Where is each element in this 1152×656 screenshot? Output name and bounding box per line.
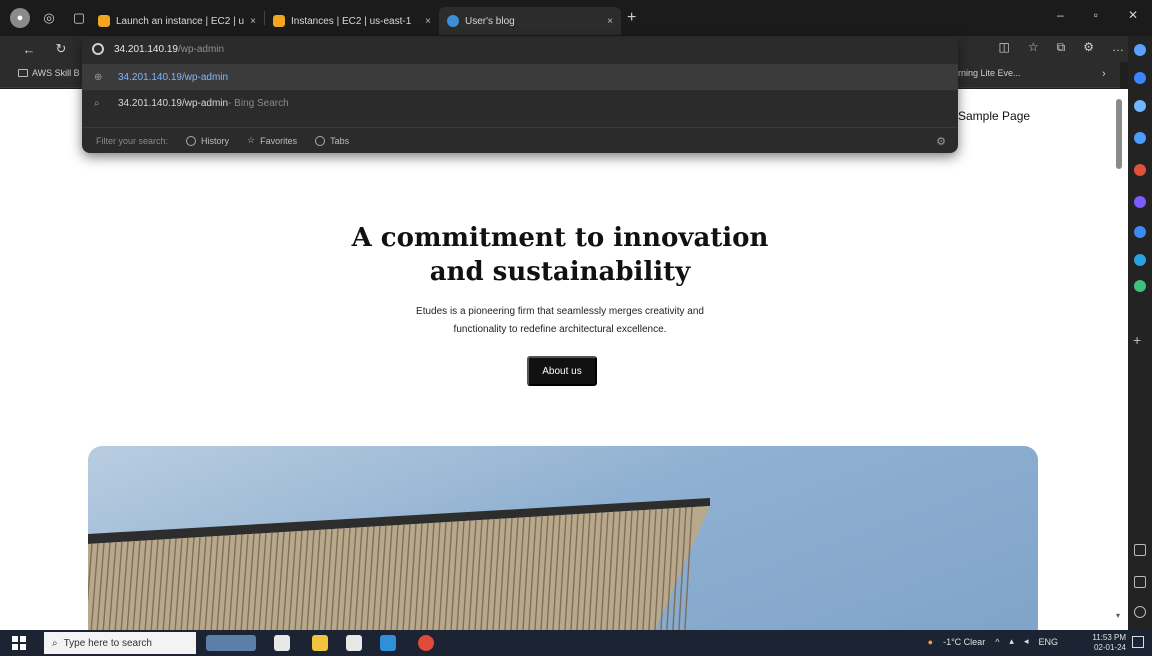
sidebar-app-icon[interactable] xyxy=(1134,72,1146,84)
taskbar-clock[interactable]: 11:53 PM 02-01-24 xyxy=(1092,633,1126,653)
nav-link-sample-page[interactable]: Sample Page xyxy=(958,109,1030,123)
aws-favicon-icon xyxy=(98,15,110,27)
system-tray: ● -1°C Clear ^ ▴ ◂ ENG xyxy=(927,636,1058,647)
page-scrollbar[interactable] xyxy=(1116,99,1122,169)
edge-sidebar: + xyxy=(1128,36,1152,630)
chrome-icon[interactable] xyxy=(418,635,434,651)
tabs-icon xyxy=(315,135,326,146)
search-icon: ⌕ xyxy=(94,97,100,109)
address-dropdown: 34.201.140.19/wp-admin ⊕ 34.201.140.19/w… xyxy=(82,37,958,153)
tab-users-blog[interactable]: User's blog × xyxy=(439,7,621,35)
sidebar-office-icon[interactable] xyxy=(1134,226,1146,238)
sidebar-outlook-icon[interactable] xyxy=(1134,254,1146,266)
filter-favorites[interactable]: ☆ Favorites xyxy=(247,135,297,146)
tab-strip: ● ◎ ▢ Launch an instance | EC2 | us-ea ×… xyxy=(0,0,1152,36)
filter-tabs[interactable]: Tabs xyxy=(315,135,349,146)
building-illustration xyxy=(88,498,710,630)
bookmark-item[interactable]: rning Lite Eve... xyxy=(958,68,1021,78)
sidebar-shopping-icon[interactable] xyxy=(1134,164,1146,176)
mail-icon[interactable] xyxy=(380,635,396,651)
split-screen-icon[interactable]: ◫ xyxy=(999,40,1010,55)
sidebar-tools-icon[interactable] xyxy=(1134,132,1146,144)
network-icon[interactable]: ▴ xyxy=(1009,636,1014,647)
globe-icon: ⊕ xyxy=(94,71,103,83)
web-page: Sample Page A commitment to innovation a… xyxy=(0,89,1128,630)
about-us-button[interactable]: About us xyxy=(527,356,597,386)
sidebar-external-icon[interactable] xyxy=(1134,576,1146,588)
tab-launch-instance[interactable]: Launch an instance | EC2 | us-ea × xyxy=(90,7,264,35)
gear-icon[interactable]: ⚙ xyxy=(936,135,946,148)
more-menu-icon[interactable]: … xyxy=(1112,40,1124,55)
sidebar-settings-icon[interactable] xyxy=(1134,606,1146,618)
back-arrow-icon[interactable]: ← xyxy=(20,40,38,58)
file-icon[interactable] xyxy=(274,635,290,651)
sidebar-search-icon[interactable] xyxy=(1134,100,1146,112)
hero-image xyxy=(88,446,1038,630)
new-tab-button[interactable]: + xyxy=(627,9,636,27)
wordpress-favicon-icon xyxy=(447,15,459,27)
news-widget-icon[interactable] xyxy=(206,635,256,651)
tab-actions-icon[interactable]: ▢ xyxy=(68,7,90,29)
aws-favicon-icon xyxy=(273,15,285,27)
toolbar-actions: ◫ ☆ ⧉ ⚙ … xyxy=(999,40,1124,55)
minimize-icon[interactable]: – xyxy=(1057,8,1064,22)
sidebar-hide-icon[interactable] xyxy=(1134,544,1146,556)
store-icon[interactable] xyxy=(346,635,362,651)
profile-avatar[interactable]: ● xyxy=(10,8,30,28)
weather-icon: ● xyxy=(927,636,934,647)
refresh-icon[interactable]: ↻ xyxy=(52,40,70,58)
windows-taskbar: ⌕ Type here to search ● -1°C Clear ^ ▴ ◂… xyxy=(0,630,1152,656)
hero-subtitle: Etudes is a pioneering firm that seamles… xyxy=(416,306,704,335)
search-filter-row: Filter your search: History ☆ Favorites T… xyxy=(82,127,958,153)
favorites-star-icon: ☆ xyxy=(247,135,256,145)
filter-history[interactable]: History xyxy=(186,135,229,146)
window-controls: – ▫ ✕ xyxy=(1057,8,1138,22)
sidebar-add-icon[interactable]: + xyxy=(1133,332,1145,348)
extensions-icon[interactable]: ⚙ xyxy=(1083,40,1094,55)
tab-close-icon[interactable]: × xyxy=(250,16,256,27)
suggestion-search[interactable]: ⌕ 34.201.140.19/wp-admin - Bing Search xyxy=(82,90,958,116)
collections-icon[interactable]: ⧉ xyxy=(1057,40,1066,55)
notifications-icon[interactable] xyxy=(1132,636,1144,648)
taskbar-search[interactable]: ⌕ Type here to search xyxy=(44,632,196,654)
maximize-icon[interactable]: ▫ xyxy=(1094,8,1098,22)
tray-overflow-icon[interactable]: ^ xyxy=(995,637,999,647)
copilot-icon[interactable] xyxy=(1134,44,1146,56)
favorites-star-icon[interactable]: ☆ xyxy=(1028,40,1039,55)
address-input[interactable]: 34.201.140.19/wp-admin xyxy=(114,44,224,55)
file-explorer-icon[interactable] xyxy=(312,635,328,651)
history-icon xyxy=(186,135,197,146)
site-info-icon[interactable] xyxy=(92,43,104,55)
tab-close-icon[interactable]: × xyxy=(607,16,613,27)
workspaces-icon[interactable]: ◎ xyxy=(38,7,60,29)
folder-icon xyxy=(18,69,28,77)
volume-icon[interactable]: ◂ xyxy=(1024,636,1029,647)
tab-close-icon[interactable]: × xyxy=(425,16,431,27)
scroll-down-icon[interactable]: ▾ xyxy=(1116,611,1120,620)
search-icon: ⌕ xyxy=(52,637,58,649)
close-window-icon[interactable]: ✕ xyxy=(1128,8,1138,22)
windows-start-icon[interactable] xyxy=(12,636,26,650)
sidebar-drop-icon[interactable] xyxy=(1134,280,1146,292)
bookmarks-overflow-icon[interactable]: › xyxy=(1102,68,1106,80)
suggestion-url[interactable]: ⊕ 34.201.140.19/wp-admin xyxy=(82,64,958,90)
address-bar[interactable]: 34.201.140.19/wp-admin xyxy=(82,37,958,61)
sidebar-games-icon[interactable] xyxy=(1134,196,1146,208)
tab-instances[interactable]: Instances | EC2 | us-east-1 × xyxy=(265,7,439,35)
bookmark-item[interactable]: AWS Skill B xyxy=(18,68,80,78)
hero-title: A commitment to innovation and sustainab… xyxy=(351,223,769,287)
